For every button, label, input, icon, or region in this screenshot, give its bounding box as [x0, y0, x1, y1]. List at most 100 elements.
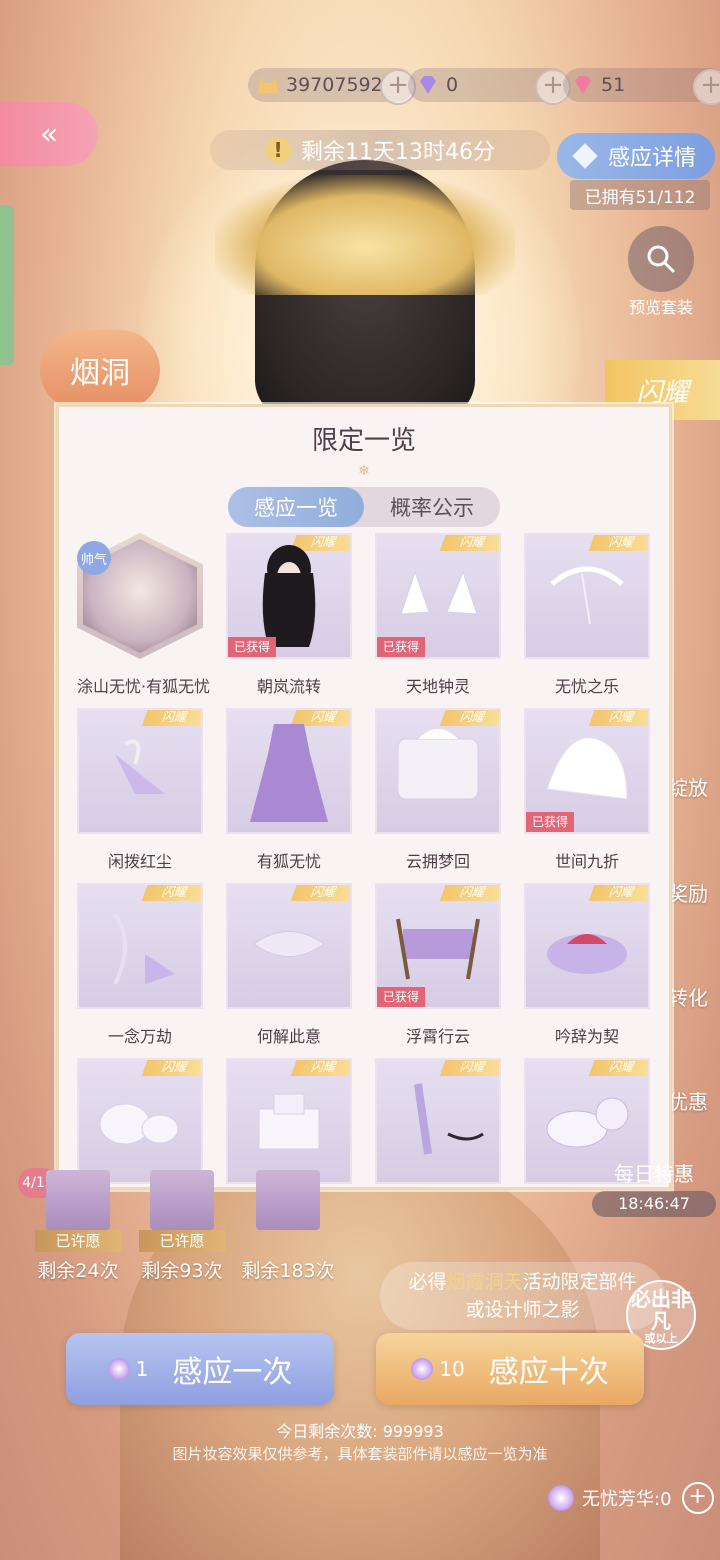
side-label-bloom[interactable]: 绽放 [668, 772, 708, 801]
draw-once-button[interactable]: 1 感应一次 [66, 1333, 334, 1405]
item-name: 一念万劫 [107, 1027, 172, 1046]
wish-slot[interactable]: 已许愿 剩余24次 [28, 1170, 128, 1283]
item-card: 闪耀 [375, 1058, 501, 1184]
guarantee-banner: 必得烟霞洞天活动限定部件 或设计师之影 [380, 1262, 665, 1330]
item-card: 闪耀 [226, 708, 352, 834]
currency-pink-diamond: 51 + [563, 68, 720, 105]
item-cell[interactable]: 闪耀 何解此意 [226, 883, 352, 1058]
item-art [95, 724, 185, 818]
disclaimer-note: 图片妆容效果仅供参考，具体套装部件请以感应一览为准 [172, 1445, 548, 1463]
item-art [537, 894, 637, 998]
diamond-icon [572, 143, 598, 169]
wish-slot[interactable]: 已许愿 剩余93次 [132, 1170, 232, 1283]
draw-ten-label: 感应十次 [488, 1355, 609, 1390]
item-card: 闪耀 [77, 1058, 203, 1184]
side-label-convert[interactable]: 转化 [668, 982, 708, 1011]
search-icon [628, 226, 694, 292]
item-card: 闪耀 [524, 533, 650, 659]
item-card: 闪耀 已获得 [226, 533, 352, 659]
obtained-label: 已获得 [377, 987, 426, 1007]
side-label-discount[interactable]: 优惠 [668, 1086, 708, 1115]
promo-suffix: 活动限定部件 [522, 1271, 637, 1293]
modal-tabs: 感应一览 概率公示 [228, 487, 500, 527]
item-art [90, 1079, 190, 1163]
left-edge-tab[interactable] [0, 205, 14, 365]
add-essence-button[interactable]: + [681, 1482, 714, 1514]
obtained-label: 已获得 [526, 812, 575, 832]
cat-coin-icon [258, 78, 278, 93]
wish-tag: 已许愿 [139, 1230, 225, 1252]
shine-ribbon: 闪耀 [588, 1060, 648, 1076]
item-cell[interactable]: 闪耀 已获得朝岚流转 [226, 533, 352, 708]
tab-induction-list[interactable]: 感应一览 [228, 487, 364, 527]
crystal-icon [107, 1358, 130, 1380]
daily-deal-title: 每日特惠 [614, 1162, 694, 1186]
obtained-label: 已获得 [228, 637, 277, 657]
purple-diamond-icon [420, 76, 436, 94]
side-label-reward[interactable]: 奖励 [668, 878, 708, 907]
item-cell[interactable]: 闪耀 闲拨红尘 [77, 708, 203, 883]
item-name: 朝岚流转 [256, 677, 321, 696]
item-card: 闪耀 [375, 708, 501, 834]
item-card: 闪耀 已获得 [375, 883, 501, 1009]
shine-ribbon: 闪耀 [588, 535, 648, 551]
essence-icon [548, 1485, 574, 1511]
item-cell[interactable]: 闪耀 吟辞为契 [524, 883, 650, 1058]
item-cell[interactable]: 闪耀 一念万劫 [77, 883, 203, 1058]
pink-diamond-icon [575, 76, 591, 94]
tab-probability[interactable]: 概率公示 [364, 487, 500, 527]
item-art [244, 914, 334, 978]
game-screen: 39707592 + 0 + 51 + « ! 剩余11天13时46分 感应详情… [0, 0, 720, 1560]
item-art [537, 719, 637, 823]
item-card: 闪耀 [77, 708, 203, 834]
item-card: 闪耀 [524, 883, 650, 1009]
item-cell[interactable]: 闪耀 有狐无忧 [226, 708, 352, 883]
item-card: 闪耀 [226, 883, 352, 1009]
wish-thumbnail [46, 1170, 110, 1230]
item-cell[interactable]: 闪耀 已获得 浮霄行云 [375, 883, 501, 1058]
handsome-badge: 帅气 [77, 541, 111, 575]
modal-title: 限定一览 [311, 425, 416, 456]
item-cell[interactable]: 闪耀 已获得 世间九折 [524, 708, 650, 883]
daily-deal[interactable]: 每日特惠 18:46:47 [592, 1158, 716, 1217]
item-name: 何解此意 [256, 1027, 321, 1046]
item-art [542, 554, 632, 638]
stamp-main: 必出非凡 [631, 1287, 691, 1333]
event-timer: ! 剩余11天13时46分 [210, 130, 550, 170]
item-name: 无忧之乐 [554, 677, 619, 696]
item-art [537, 1079, 637, 1163]
draw-once-label: 感应一次 [172, 1355, 293, 1390]
item-name: 吟辞为契 [554, 1027, 619, 1046]
item-name: 浮霄行云 [405, 1027, 470, 1046]
promo-highlight: 烟霞洞天 [446, 1271, 523, 1293]
item-cell[interactable]: 闪耀 云拥梦回 [375, 708, 501, 883]
shine-ribbon: 闪耀 [439, 535, 499, 551]
wish-remaining: 剩余24次 [37, 1260, 119, 1282]
item-cell[interactable]: 闪耀无忧之乐 [524, 533, 650, 708]
item-cell[interactable]: 闪耀 已获得 天地钟灵 [375, 533, 501, 708]
event-tag: 烟洞 [40, 330, 160, 410]
currency-coins: 39707592 + [248, 68, 416, 105]
back-button[interactable]: « [0, 102, 98, 166]
preview-outfit-button[interactable]: 预览套装 [624, 226, 698, 318]
daily-deal-timer: 18:46:47 [592, 1191, 716, 1217]
timer-text: 剩余11天13时46分 [301, 140, 495, 165]
item-cell[interactable]: 闪耀 [375, 1058, 501, 1233]
crystal-icon [411, 1358, 434, 1380]
details-button[interactable]: 感应详情 [557, 133, 715, 179]
draw-ten-button[interactable]: 10 感应十次 [376, 1333, 644, 1405]
item-card: 闪耀 [77, 883, 203, 1009]
item-cell[interactable]: 帅气涂山无忧·有狐无忧 [77, 533, 211, 708]
wish-slot[interactable]: 剩余183次 [238, 1170, 338, 1283]
add-pink-diamond-button[interactable]: + [693, 69, 720, 105]
item-art [393, 564, 483, 628]
owned-count: 已拥有51/112 [570, 180, 710, 210]
promo-line2: 或设计师之影 [465, 1299, 580, 1321]
wish-tag: 已许愿 [35, 1230, 121, 1252]
item-card: 闪耀 已获得 [375, 533, 501, 659]
details-button-label: 感应详情 [607, 146, 696, 171]
item-grid: 帅气 涂山无忧·有狐无忧 闪耀 已获得 朝岚流转 闪耀 已获得 天地钟灵 闪耀 无忧之乐 闪耀 闲拨红… [77, 533, 657, 1233]
item-name: 涂山无忧·有狐无忧 [77, 677, 211, 696]
purple-diamond-value: 0 [446, 74, 459, 96]
pink-diamond-value: 51 [601, 74, 626, 96]
